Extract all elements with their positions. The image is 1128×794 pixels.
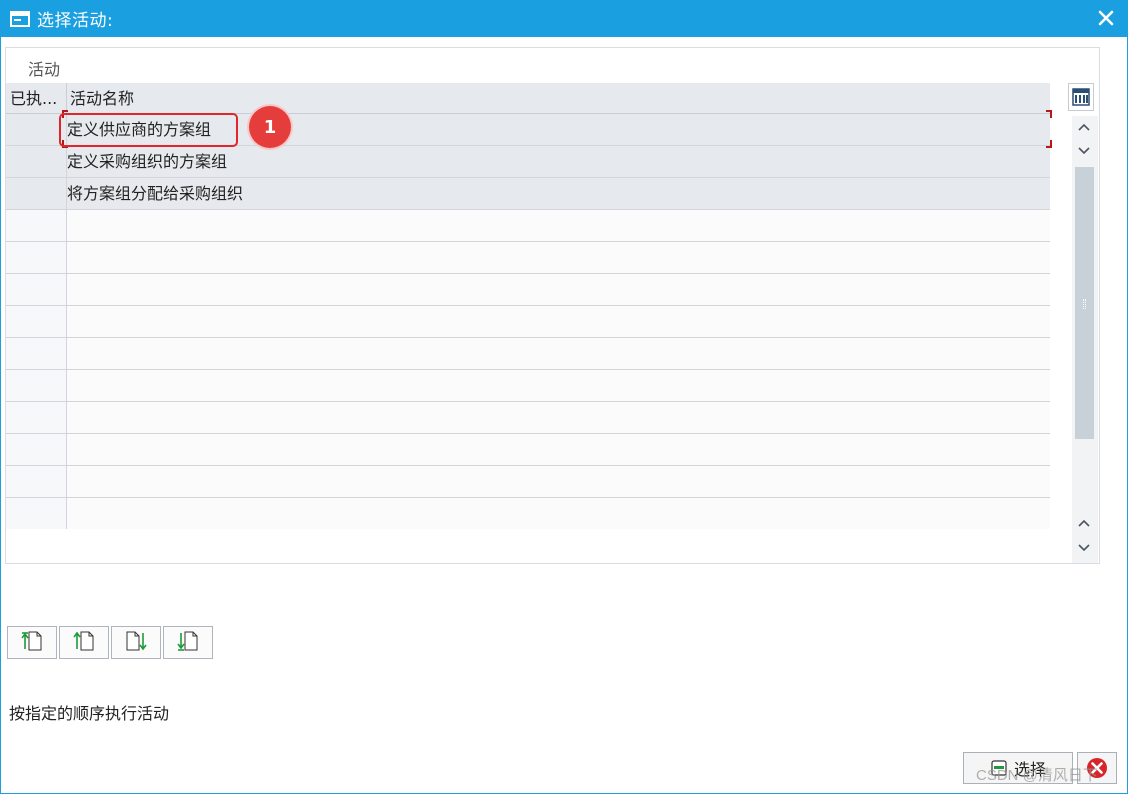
- table-row[interactable]: 将方案组分配给采购组织: [6, 178, 1050, 210]
- activity-table: 已执... 活动名称 定义供应商的方案组 定义采购组织的方案组 将方案组分配给采…: [6, 83, 1050, 529]
- move-top-icon: [20, 630, 44, 656]
- empty-row: [6, 402, 1050, 434]
- move-bottom-icon: [176, 630, 200, 656]
- scroll-up-icon[interactable]: [1073, 116, 1095, 138]
- scroll-down-icon[interactable]: [1073, 537, 1095, 559]
- selection-corner: [1046, 110, 1052, 118]
- scroll-down-icon[interactable]: [1073, 140, 1095, 162]
- empty-row: [6, 210, 1050, 242]
- table-header: 已执... 活动名称: [6, 83, 1050, 114]
- empty-row: [6, 498, 1050, 529]
- empty-row: [6, 434, 1050, 466]
- window-icon: [9, 10, 31, 28]
- watermark: CSDN @清风日下: [976, 767, 1098, 784]
- move-up-icon: [72, 630, 96, 656]
- empty-row: [6, 338, 1050, 370]
- table-row[interactable]: 定义采购组织的方案组: [6, 146, 1050, 178]
- move-up-button[interactable]: [59, 626, 109, 659]
- activity-name-cell[interactable]: 定义采购组织的方案组: [67, 146, 1050, 177]
- column-header-activity-name[interactable]: 活动名称: [67, 83, 1050, 113]
- empty-row: [6, 466, 1050, 498]
- empty-row: [6, 242, 1050, 274]
- move-top-button[interactable]: [7, 626, 57, 659]
- empty-row: [6, 306, 1050, 338]
- row-selector[interactable]: [6, 114, 67, 145]
- empty-row: [6, 370, 1050, 402]
- status-text: 按指定的顺序执行活动: [9, 704, 170, 723]
- annotation-marker: 1: [249, 106, 291, 148]
- close-icon[interactable]: [1094, 6, 1118, 30]
- row-selector[interactable]: [6, 146, 67, 177]
- activity-name-cell[interactable]: 将方案组分配给采购组织: [67, 178, 1050, 209]
- scroll-thumb[interactable]: [1075, 167, 1094, 439]
- row-selector[interactable]: [6, 178, 67, 209]
- title-bar: 选择活动:: [0, 0, 1128, 37]
- move-bottom-button[interactable]: [163, 626, 213, 659]
- move-down-icon: [124, 630, 148, 656]
- window-title: 选择活动:: [37, 11, 114, 31]
- column-header-executed[interactable]: 已执...: [6, 83, 67, 113]
- scroll-up-icon[interactable]: [1073, 512, 1095, 534]
- move-down-button[interactable]: [111, 626, 161, 659]
- selection-corner: [1046, 140, 1052, 148]
- empty-row: [6, 274, 1050, 306]
- panel-title: 活动: [28, 60, 61, 79]
- column-config-icon[interactable]: [1068, 83, 1094, 111]
- annotation-highlight: [59, 113, 238, 147]
